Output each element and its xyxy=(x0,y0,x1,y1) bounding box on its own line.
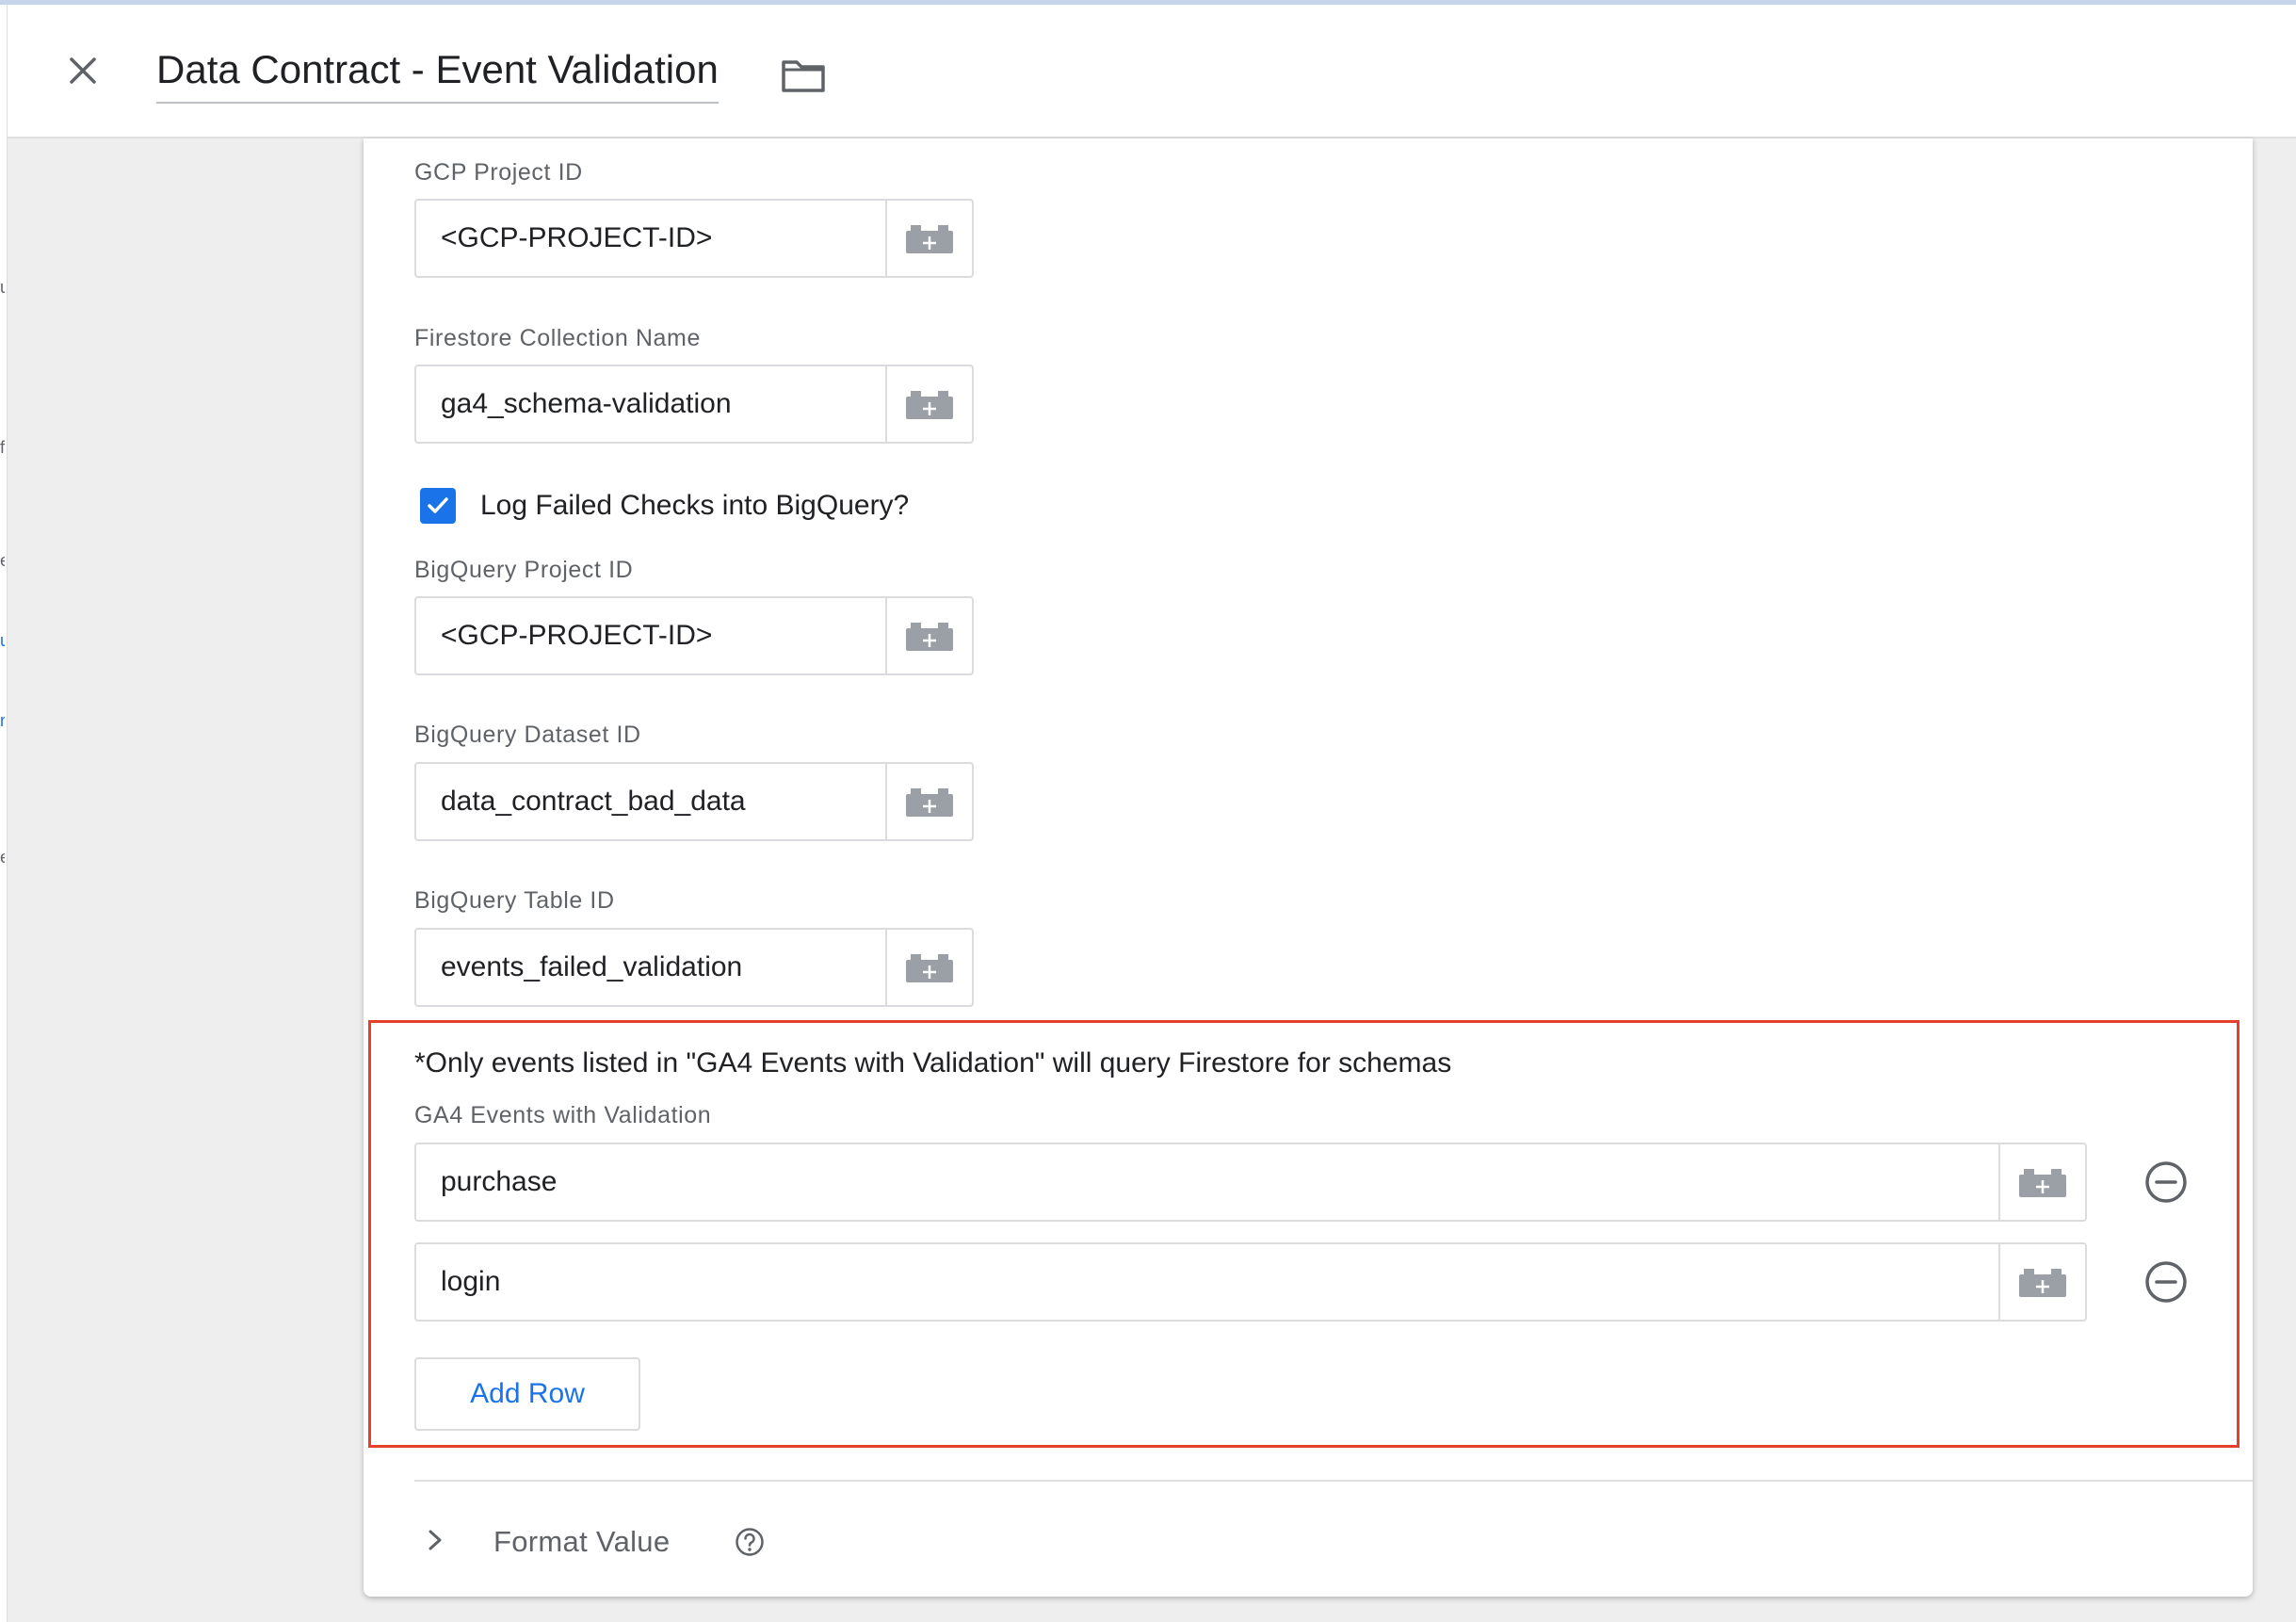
section-divider xyxy=(414,1480,2253,1482)
variable-brick-icon xyxy=(906,391,953,419)
variable-brick-icon xyxy=(906,788,953,817)
field-label: Firestore Collection Name xyxy=(414,325,701,351)
field-label: BigQuery Table ID xyxy=(414,887,615,914)
close-icon[interactable] xyxy=(59,47,106,94)
field-value[interactable]: events_failed_validation xyxy=(441,930,742,1005)
highlight-annotation-box xyxy=(368,1020,2239,1448)
variable-brick-icon xyxy=(2019,1169,2066,1197)
help-icon[interactable] xyxy=(735,1527,765,1557)
background-text-fragment: f xyxy=(0,438,5,457)
tag-configuration-card: GCP Project ID <GCP-PROJECT-ID> Firestor… xyxy=(364,138,2253,1597)
field-label: BigQuery Project ID xyxy=(414,557,634,583)
bigquery-project-id-field[interactable]: <GCP-PROJECT-ID> xyxy=(414,596,974,675)
checkbox-label[interactable]: Log Failed Checks into BigQuery? xyxy=(480,490,909,522)
variable-brick-icon xyxy=(2019,1269,2066,1297)
folder-icon[interactable] xyxy=(780,57,827,94)
tag-name-title[interactable]: Data Contract - Event Validation xyxy=(156,47,719,104)
background-text-fragment: n xyxy=(0,711,5,731)
format-value-label: Format Value xyxy=(493,1525,671,1558)
add-row-button[interactable]: Add Row xyxy=(414,1357,640,1431)
field-value[interactable]: login xyxy=(441,1244,500,1320)
field-value[interactable]: <GCP-PROJECT-ID> xyxy=(441,201,712,276)
field-value[interactable]: purchase xyxy=(441,1144,557,1220)
insert-variable-button[interactable] xyxy=(885,930,972,1005)
background-text-fragment: u xyxy=(0,278,5,298)
validation-note: *Only events listed in "GA4 Events with … xyxy=(414,1047,1452,1079)
insert-variable-button[interactable] xyxy=(885,366,972,442)
gcp-project-id-field[interactable]: <GCP-PROJECT-ID> xyxy=(414,199,974,278)
variable-brick-icon xyxy=(906,954,953,982)
insert-variable-button[interactable] xyxy=(885,201,972,276)
field-value[interactable]: <GCP-PROJECT-ID> xyxy=(441,598,712,673)
background-text-fragment: e xyxy=(0,551,5,571)
dialog-header: Data Contract - Event Validation xyxy=(8,5,2296,138)
field-value[interactable]: ga4_schema-validation xyxy=(441,366,732,442)
format-value-expander[interactable]: Format Value xyxy=(414,1514,791,1570)
log-failed-checks-checkbox[interactable] xyxy=(420,488,456,524)
insert-variable-button[interactable] xyxy=(885,764,972,839)
checkmark-icon xyxy=(428,497,448,513)
variable-brick-icon xyxy=(906,623,953,651)
bigquery-table-id-field[interactable]: events_failed_validation xyxy=(414,928,974,1007)
validation-table-label: GA4 Events with Validation xyxy=(414,1102,712,1128)
background-text-fragment: e xyxy=(0,848,5,868)
validation-row-field[interactable]: login xyxy=(414,1242,2087,1322)
chevron-right-icon xyxy=(428,1530,442,1550)
insert-variable-button[interactable] xyxy=(1998,1244,2085,1320)
field-label: GCP Project ID xyxy=(414,159,583,186)
validation-row-field[interactable]: purchase xyxy=(414,1143,2087,1222)
remove-row-button[interactable] xyxy=(2143,1160,2189,1205)
remove-row-button[interactable] xyxy=(2143,1259,2189,1305)
insert-variable-button[interactable] xyxy=(885,598,972,673)
variable-brick-icon xyxy=(906,225,953,253)
field-label: BigQuery Dataset ID xyxy=(414,722,641,748)
field-value[interactable]: data_contract_bad_data xyxy=(441,764,746,839)
firestore-collection-field[interactable]: ga4_schema-validation xyxy=(414,365,974,444)
background-text-fragment: u xyxy=(0,631,5,651)
bigquery-dataset-id-field[interactable]: data_contract_bad_data xyxy=(414,762,974,841)
insert-variable-button[interactable] xyxy=(1998,1144,2085,1220)
background-app-sliver: u f e u n e xyxy=(0,5,8,1622)
